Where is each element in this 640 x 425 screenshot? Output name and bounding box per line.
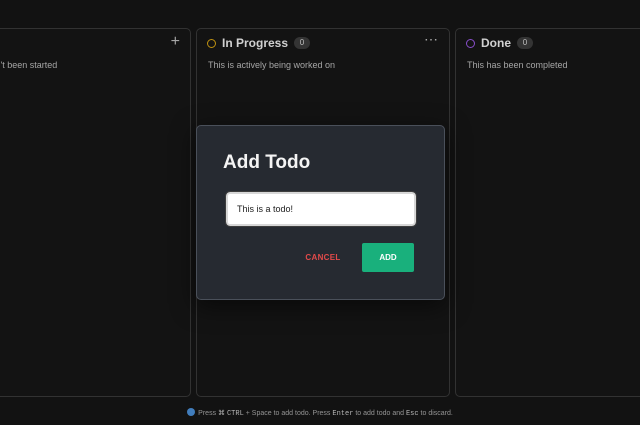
add-todo-dialog: Add Todo CANCEL ADD: [196, 125, 445, 300]
add-button[interactable]: ADD: [362, 243, 414, 272]
cancel-button[interactable]: CANCEL: [298, 243, 348, 272]
todo-input[interactable]: [225, 191, 417, 227]
kanban-board: 0 + hasn't been started In Progress 0 ⋯ …: [0, 0, 640, 425]
dialog-title: Add Todo: [223, 152, 311, 173]
